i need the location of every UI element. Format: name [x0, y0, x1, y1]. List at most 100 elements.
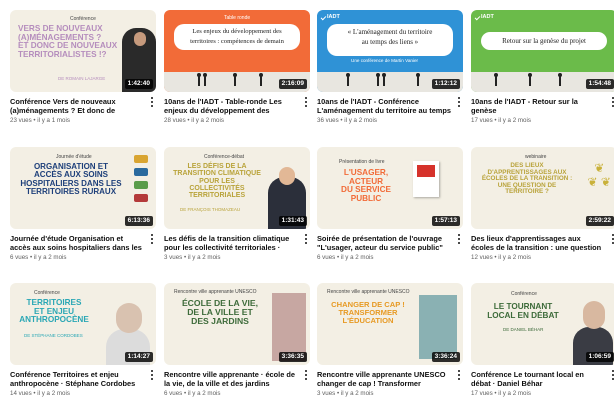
video-duration: 1:12:12: [431, 79, 460, 89]
person-icon: [197, 73, 201, 86]
video-duration: 1:42:40: [124, 79, 153, 89]
thumb-title: ORGANISATION ET ACCÈS AUX SOINS HOSPITALIE…: [20, 162, 122, 197]
video-thumbnail[interactable]: Conférence-débat LES DÉFIS DE LA TRANSITI…: [164, 147, 310, 229]
video-title[interactable]: Rencontre ville apprenante · école de la…: [164, 370, 310, 388]
video-card[interactable]: webinaire DES LIEUX D'APPRENTISSAGES AUX É…: [471, 147, 614, 262]
video-card[interactable]: Table ronde Les enjeux du développement …: [164, 10, 310, 125]
more-options-icon[interactable]: [148, 369, 156, 381]
more-options-icon[interactable]: [148, 233, 156, 245]
video-meta: 6 vues • il y a 2 mois: [317, 254, 374, 261]
video-card[interactable]: IADT « L'aménagement du territoire au tem…: [317, 10, 463, 125]
video-meta: 36 vues • il y a 2 mois: [317, 117, 377, 124]
more-options-icon[interactable]: [455, 369, 463, 381]
thumb-title: « L'aménagement du territoire au temps de…: [327, 24, 453, 56]
video-card[interactable]: Conférence VERS DE NOUVEAUX (A)MÉNAGEMENT…: [10, 10, 156, 125]
more-options-icon[interactable]: [455, 96, 463, 108]
thumb-title: VERS DE NOUVEAUX (A)MÉNAGEMENTS ? ET DONC …: [18, 24, 118, 59]
video-title[interactable]: 10ans de l'IADT - Table-ronde Les enjeux…: [164, 97, 310, 115]
photo-image: [272, 293, 306, 361]
video-card[interactable]: Rencontre ville apprenante UNESCO CHANGE…: [317, 283, 463, 398]
video-title[interactable]: Journée d'étude Organisation et accès au…: [10, 234, 156, 252]
thumb-title: ÉCOLE DE LA VIE, DE LA VILLE ET DES JARDIN…: [181, 298, 259, 327]
video-duration: 1:06:59: [585, 352, 614, 362]
person-icon: [203, 73, 207, 86]
person-icon: [376, 73, 380, 86]
speaker-head: [134, 32, 146, 46]
video-thumbnail[interactable]: Table ronde Les enjeux du développement …: [164, 10, 310, 92]
video-thumbnail[interactable]: webinaire DES LIEUX D'APPRENTISSAGES AUX É…: [471, 147, 614, 229]
check-icon: [474, 14, 481, 20]
video-thumbnail[interactable]: Conférence VERS DE NOUVEAUX (A)MÉNAGEMENT…: [10, 10, 156, 92]
more-options-icon[interactable]: [302, 233, 310, 245]
video-thumbnail[interactable]: IADT Retour sur la genèse du projet 1:54…: [471, 10, 614, 92]
thumb-tag: Rencontre ville apprenante UNESCO: [174, 289, 257, 295]
thumb-author: DE STÉPHANE CORDOBES: [24, 333, 83, 338]
video-thumbnail[interactable]: Conférence LE TOURNANT LOCAL EN DÉBAT DE …: [471, 283, 614, 365]
speaker-head: [116, 303, 142, 333]
person-icon: [346, 73, 350, 86]
iadt-logo: IADT: [320, 14, 340, 20]
thumb-tag: Conférence-débat: [204, 154, 245, 160]
photo-image: [419, 295, 457, 359]
video-grid: Conférence VERS DE NOUVEAUX (A)MÉNAGEMENT…: [0, 0, 614, 397]
check-icon: [320, 14, 327, 20]
book-cover-icon: [413, 161, 439, 197]
video-duration: 3:36:24: [431, 352, 460, 362]
video-meta: 6 vues • il y a 2 mois: [10, 254, 67, 261]
thumb-author: DE FRANÇOIS THOMAZEAU: [180, 207, 241, 212]
video-meta: 12 vues • il y a 2 mois: [471, 254, 531, 261]
thumb-title: Retour sur la genèse du projet: [481, 32, 607, 50]
thumb-tag: Journée d'étude: [56, 154, 92, 160]
video-thumbnail[interactable]: Journée d'étude ORGANISATION ET ACCÈS AUX…: [10, 147, 156, 229]
thumb-subtitle: Une conférence de Martin Vanier: [351, 58, 419, 63]
video-card[interactable]: Rencontre ville apprenante UNESCO ÉCOLE …: [164, 283, 310, 398]
more-options-icon[interactable]: [609, 369, 614, 381]
thumb-tag: Table ronde: [224, 15, 251, 21]
leaf-icon: ❦ ❦ ❦: [587, 161, 611, 189]
speaker-head: [279, 167, 295, 185]
video-title[interactable]: 10ans de l'IADT - Retour sur la genèse: [471, 97, 614, 115]
thumb-author: DE DANIEL BÉHAR: [503, 327, 544, 332]
video-thumbnail[interactable]: Conférence TERRITOIRES ET ENJEU ANTHROPOCÈ…: [10, 283, 156, 365]
video-duration: 2:16:09: [278, 79, 307, 89]
partner-logos: [134, 155, 148, 203]
video-card[interactable]: Présentation de livre L'USAGER, ACTEUR DU…: [317, 147, 463, 262]
video-title[interactable]: Les défis de la transition climatique po…: [164, 234, 310, 252]
video-title[interactable]: Rencontre ville apprenante UNESCO change…: [317, 370, 463, 388]
thumb-tag: Rencontre ville apprenante UNESCO: [327, 289, 410, 295]
video-duration: 1:31:43: [278, 216, 307, 226]
video-duration: 1:54:48: [585, 79, 614, 89]
video-meta: 28 vues • il y a 2 mois: [164, 117, 224, 124]
video-title[interactable]: Conférence Le tournant local en débat · …: [471, 370, 614, 388]
video-thumbnail[interactable]: IADT « L'aménagement du territoire au tem…: [317, 10, 463, 92]
video-title[interactable]: Des lieux d'apprentissages aux écoles de…: [471, 234, 614, 252]
more-options-icon[interactable]: [609, 233, 614, 245]
video-title[interactable]: Conférence Territoires et enjeu anthropo…: [10, 370, 156, 388]
more-options-icon[interactable]: [609, 96, 614, 108]
thumb-tag: Conférence: [34, 290, 60, 296]
more-options-icon[interactable]: [302, 369, 310, 381]
video-thumbnail[interactable]: Rencontre ville apprenante UNESCO CHANGE…: [317, 283, 463, 365]
video-thumbnail[interactable]: Présentation de livre L'USAGER, ACTEUR DU…: [317, 147, 463, 229]
more-options-icon[interactable]: [302, 96, 310, 108]
video-duration: 1:57:13: [431, 216, 460, 226]
person-icon: [259, 73, 263, 86]
video-card[interactable]: Conférence LE TOURNANT LOCAL EN DÉBAT DE …: [471, 283, 614, 398]
person-icon: [233, 73, 237, 86]
video-thumbnail[interactable]: Rencontre ville apprenante UNESCO ÉCOLE …: [164, 283, 310, 365]
more-options-icon[interactable]: [455, 233, 463, 245]
person-icon: [494, 73, 498, 86]
video-title[interactable]: Soirée de présentation de l'ouvrage "L'u…: [317, 234, 463, 252]
video-title[interactable]: Conférence Vers de nouveaux (a)ménagemen…: [10, 97, 156, 115]
video-card[interactable]: Conférence-débat LES DÉFIS DE LA TRANSITI…: [164, 147, 310, 262]
video-card[interactable]: Conférence TERRITOIRES ET ENJEU ANTHROPOCÈ…: [10, 283, 156, 398]
thumb-title: LES DÉFIS DE LA TRANSITION CLIMATIQUE POUR…: [173, 163, 261, 200]
more-options-icon[interactable]: [148, 96, 156, 108]
video-meta: 3 vues • il y a 2 mois: [164, 254, 221, 261]
video-card[interactable]: Journée d'étude ORGANISATION ET ACCÈS AUX…: [10, 147, 156, 262]
video-card[interactable]: IADT Retour sur la genèse du projet 1:54…: [471, 10, 614, 125]
video-duration: 3:36:35: [278, 352, 307, 362]
person-icon: [528, 73, 532, 86]
video-title[interactable]: 10ans de l'IADT - Conférence L'aménageme…: [317, 97, 463, 115]
thumb-tag: webinaire: [525, 154, 547, 160]
